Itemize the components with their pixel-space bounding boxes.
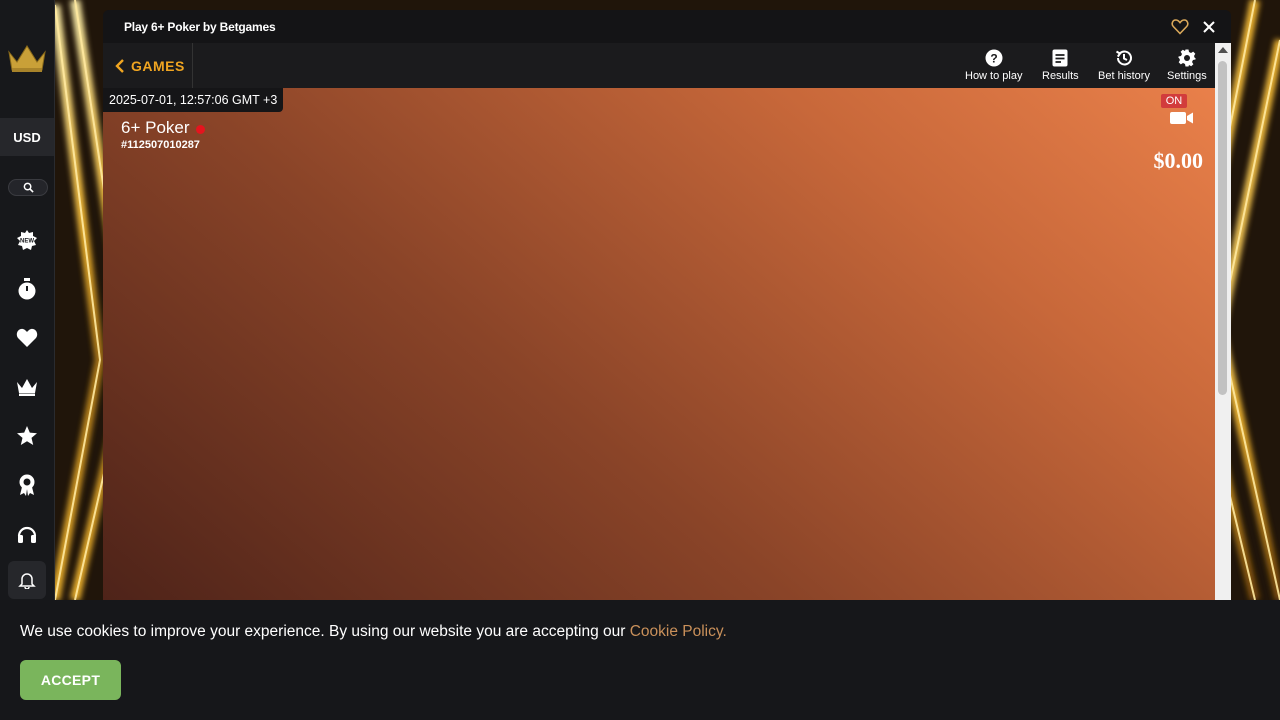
notifications-button[interactable] [8,561,46,599]
video-camera-icon [1170,112,1193,124]
modal-scrollbar[interactable] [1215,43,1231,600]
live-indicator [195,125,205,134]
results-label: Results [1042,70,1079,82]
sidebar-item-promotions[interactable] [13,471,41,499]
round-id: #112507010287 [121,139,200,151]
scroll-up-arrow-icon[interactable] [1218,47,1228,53]
game-header: GAMES ? How to play Results Bet history … [103,43,1215,88]
how-to-play-label: How to play [965,70,1023,82]
results-button[interactable]: Results [1042,48,1079,86]
headset-icon [17,526,37,543]
game-title: 6+ Poker [121,118,205,138]
sidebar-item-vip[interactable] [13,373,41,401]
accept-cookies-button[interactable]: ACCEPT [20,660,121,700]
new-games-icon: NEW [17,230,37,250]
close-button[interactable] [1200,18,1218,36]
sidebar-item-support[interactable] [13,520,41,548]
game-modal: Play 6+ Poker by Betgames GAMES ? How to… [103,10,1231,600]
scroll-thumb[interactable] [1218,61,1227,395]
video-status-badge[interactable]: ON [1161,94,1187,108]
search-button[interactable] [8,179,48,196]
search-icon [23,182,34,193]
bet-history-button[interactable]: Bet history [1098,48,1150,86]
award-icon [19,474,35,496]
sidebar-item-top[interactable] [13,422,41,450]
cookie-message: We use cookies to improve your experienc… [20,623,727,641]
svg-text:?: ? [990,52,997,66]
back-to-games-button[interactable]: GAMES [111,43,193,88]
modal-title-bar: Play 6+ Poker by Betgames [103,10,1231,43]
gear-icon [1178,49,1196,67]
how-to-play-button[interactable]: ? How to play [965,48,1022,86]
bell-icon [18,573,36,589]
currency-label: USD [13,129,41,145]
crown-logo-icon[interactable] [7,44,47,74]
sidebar-item-new-games[interactable]: NEW [13,226,41,254]
star-icon [17,426,37,445]
crown-icon [17,379,37,396]
settings-button[interactable]: Settings [1167,48,1207,86]
results-icon [1052,49,1068,67]
server-timestamp: 2025-07-01, 12:57:06 GMT +3 [103,88,284,112]
balance-display: $0.00 [1153,148,1204,173]
question-icon: ? [985,49,1003,67]
back-label: GAMES [131,57,185,74]
favorite-button[interactable] [1171,18,1189,36]
svg-text:NEW: NEW [20,239,34,245]
history-icon [1115,50,1132,66]
game-name-label: 6+ Poker [121,118,190,137]
modal-title: Play 6+ Poker by Betgames [124,20,276,34]
bet-history-label: Bet history [1098,70,1150,82]
heart-outline-icon [1171,19,1189,35]
stopwatch-icon [18,278,36,300]
video-toggle[interactable] [1169,110,1195,126]
cookie-banner: We use cookies to improve your experienc… [0,600,1280,720]
close-icon [1203,21,1215,33]
sidebar-item-favorites[interactable] [13,324,41,352]
sidebar-item-recent[interactable] [13,275,41,303]
left-sidebar: USD NEW [0,0,55,600]
heart-icon [16,328,38,347]
cookie-text: We use cookies to improve your experienc… [20,623,630,640]
game-stream-area[interactable]: 2025-07-01, 12:57:06 GMT +3 6+ Poker #11… [103,88,1215,600]
cookie-policy-link[interactable]: Cookie Policy. [630,623,727,640]
settings-label: Settings [1167,70,1207,82]
chevron-left-icon [115,58,124,73]
currency-selector[interactable]: USD [0,118,54,156]
